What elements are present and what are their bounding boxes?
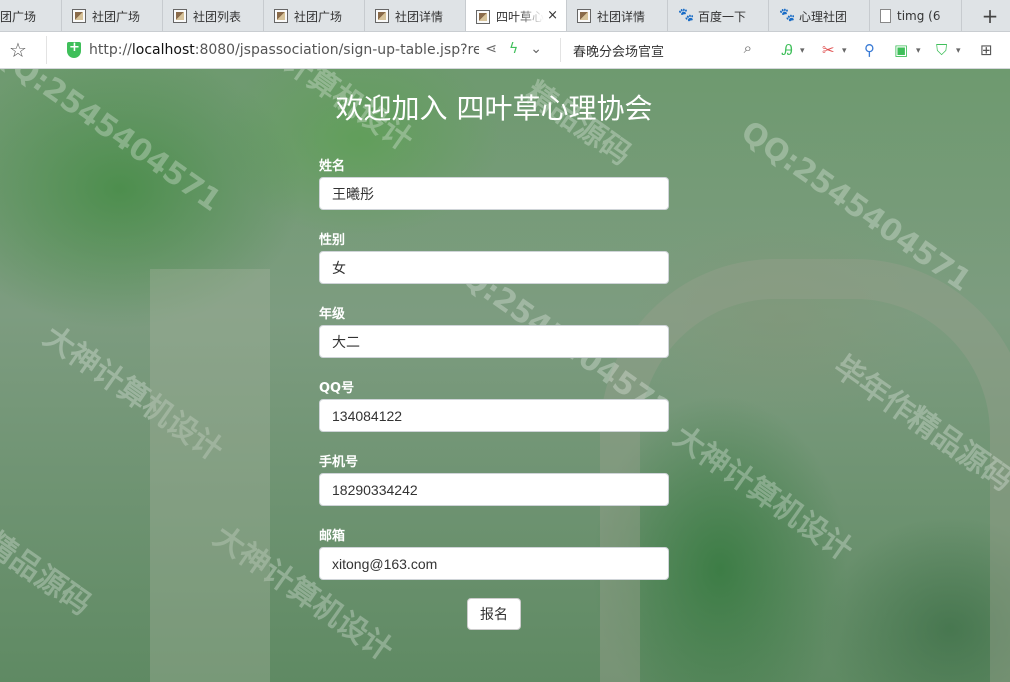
magnifier-icon[interactable]: ⚲: [864, 41, 875, 59]
watermark: 大神计算机设计: [206, 519, 400, 669]
chevron-down-icon[interactable]: ▾: [956, 46, 961, 56]
watermark: QQ:2545404571: [734, 114, 978, 299]
paw-icon: 🐾: [779, 8, 796, 23]
phone-label: 手机号: [319, 455, 359, 470]
file-icon: [880, 9, 891, 23]
grid-menu-icon[interactable]: ⊞: [980, 41, 993, 59]
watermark: QQ:2545404571: [0, 69, 228, 219]
share-icon[interactable]: ⋖: [485, 41, 497, 57]
close-icon[interactable]: ×: [547, 8, 558, 23]
chevron-down-icon[interactable]: ▾: [842, 46, 847, 56]
tab-6-active[interactable]: 四叶草心 ×: [466, 0, 567, 31]
gender-label: 性别: [319, 233, 346, 248]
watermark: 毕年作精品源码: [826, 349, 1010, 499]
tab-5[interactable]: 社团详情: [365, 0, 466, 31]
url-actions: ⋖ ϟ ⌄: [485, 41, 542, 57]
url-rest: :8080/jspassociation/sign-up-table.jsp?r…: [194, 42, 479, 58]
chevron-down-icon[interactable]: ⌄: [530, 41, 542, 57]
chevron-down-icon[interactable]: ▾: [800, 46, 805, 56]
watermark: 大神计算机设计: [36, 319, 230, 469]
signup-submit-button[interactable]: 报名: [467, 598, 521, 630]
url-text: http://localhost:8080/jspassociation/sig…: [89, 42, 479, 58]
page-thumb-icon: [72, 9, 86, 23]
search-icon[interactable]: ⌕: [744, 39, 752, 57]
tab-8[interactable]: 🐾 百度一下: [668, 0, 769, 31]
gamepad-icon[interactable]: ▣: [894, 41, 908, 59]
qq-label: QQ号: [319, 381, 355, 396]
page-title: 欢迎加入 四叶草心理协会: [335, 92, 653, 125]
tab-label: 社团广场: [294, 9, 343, 24]
grade-label: 年级: [319, 307, 346, 322]
tab-2[interactable]: 社团广场: [62, 0, 163, 31]
tab-strip: 团广场 社团广场 社团列表 社团广场 社团详情 四叶草心 × 社团详情 🐾 百度…: [0, 0, 1010, 32]
tab-7[interactable]: 社团详情: [567, 0, 668, 31]
page-thumb-icon: [173, 9, 187, 23]
tab-label: 社团详情: [395, 9, 444, 24]
new-tab-button[interactable]: +: [970, 0, 1010, 31]
page-thumb-icon: [476, 9, 490, 24]
scissors-icon[interactable]: ✂: [822, 41, 835, 59]
qq-field[interactable]: [319, 399, 669, 432]
address-bar[interactable]: http://localhost:8080/jspassociation/sig…: [46, 36, 556, 64]
page-thumb-icon: [375, 9, 389, 23]
tab-4[interactable]: 社团广场: [264, 0, 365, 31]
gender-field[interactable]: [319, 251, 669, 284]
shield-check-icon[interactable]: ⛉: [936, 41, 947, 59]
watermark: 大神计算机设计: [666, 419, 860, 569]
tab-10[interactable]: timg (6: [870, 0, 962, 31]
tab-label: 四叶草心: [496, 10, 545, 24]
tab-label: 社团列表: [193, 9, 242, 24]
tab-label: 百度一下: [698, 9, 747, 24]
translate-icon[interactable]: Ꭿ: [782, 41, 793, 59]
tab-label: timg (6: [897, 9, 941, 23]
bookmark-star-icon[interactable]: ☆: [0, 38, 36, 62]
email-label: 邮箱: [319, 529, 346, 544]
email-field[interactable]: [319, 547, 669, 580]
tab-label: 团广场: [0, 9, 37, 24]
tab-9[interactable]: 🐾 心理社团: [769, 0, 870, 31]
tab-label: 心理社团: [799, 9, 848, 24]
grade-field[interactable]: [319, 325, 669, 358]
page-thumb-icon: [577, 9, 591, 23]
url-host: localhost: [131, 42, 195, 58]
tab-label: 社团广场: [92, 9, 141, 24]
tab-1[interactable]: 团广场: [0, 0, 62, 31]
url-prefix: http://: [89, 42, 132, 58]
browser-toolbar: ☆ http://localhost:8080/jspassociation/s…: [0, 32, 1010, 69]
search-suggestion-text: 春晚分会场官宣: [573, 44, 665, 60]
lightning-icon[interactable]: ϟ: [509, 41, 518, 57]
phone-field[interactable]: [319, 473, 669, 506]
search-box[interactable]: 春晚分会场官宣 ⌕: [560, 38, 760, 62]
tab-label: 社团详情: [597, 9, 646, 24]
page-thumb-icon: [274, 9, 288, 23]
watermark: 精品源码: [0, 525, 98, 623]
paw-icon: 🐾: [678, 8, 695, 23]
chevron-down-icon[interactable]: ▾: [916, 46, 921, 56]
tab-3[interactable]: 社团列表: [163, 0, 264, 31]
name-label: 姓名: [319, 159, 346, 174]
security-shield-icon: [67, 40, 81, 58]
page-background: QQ:2545404571 大神计算机设计 精品源码 QQ:2545404571…: [0, 69, 1010, 682]
name-field[interactable]: [319, 177, 669, 210]
